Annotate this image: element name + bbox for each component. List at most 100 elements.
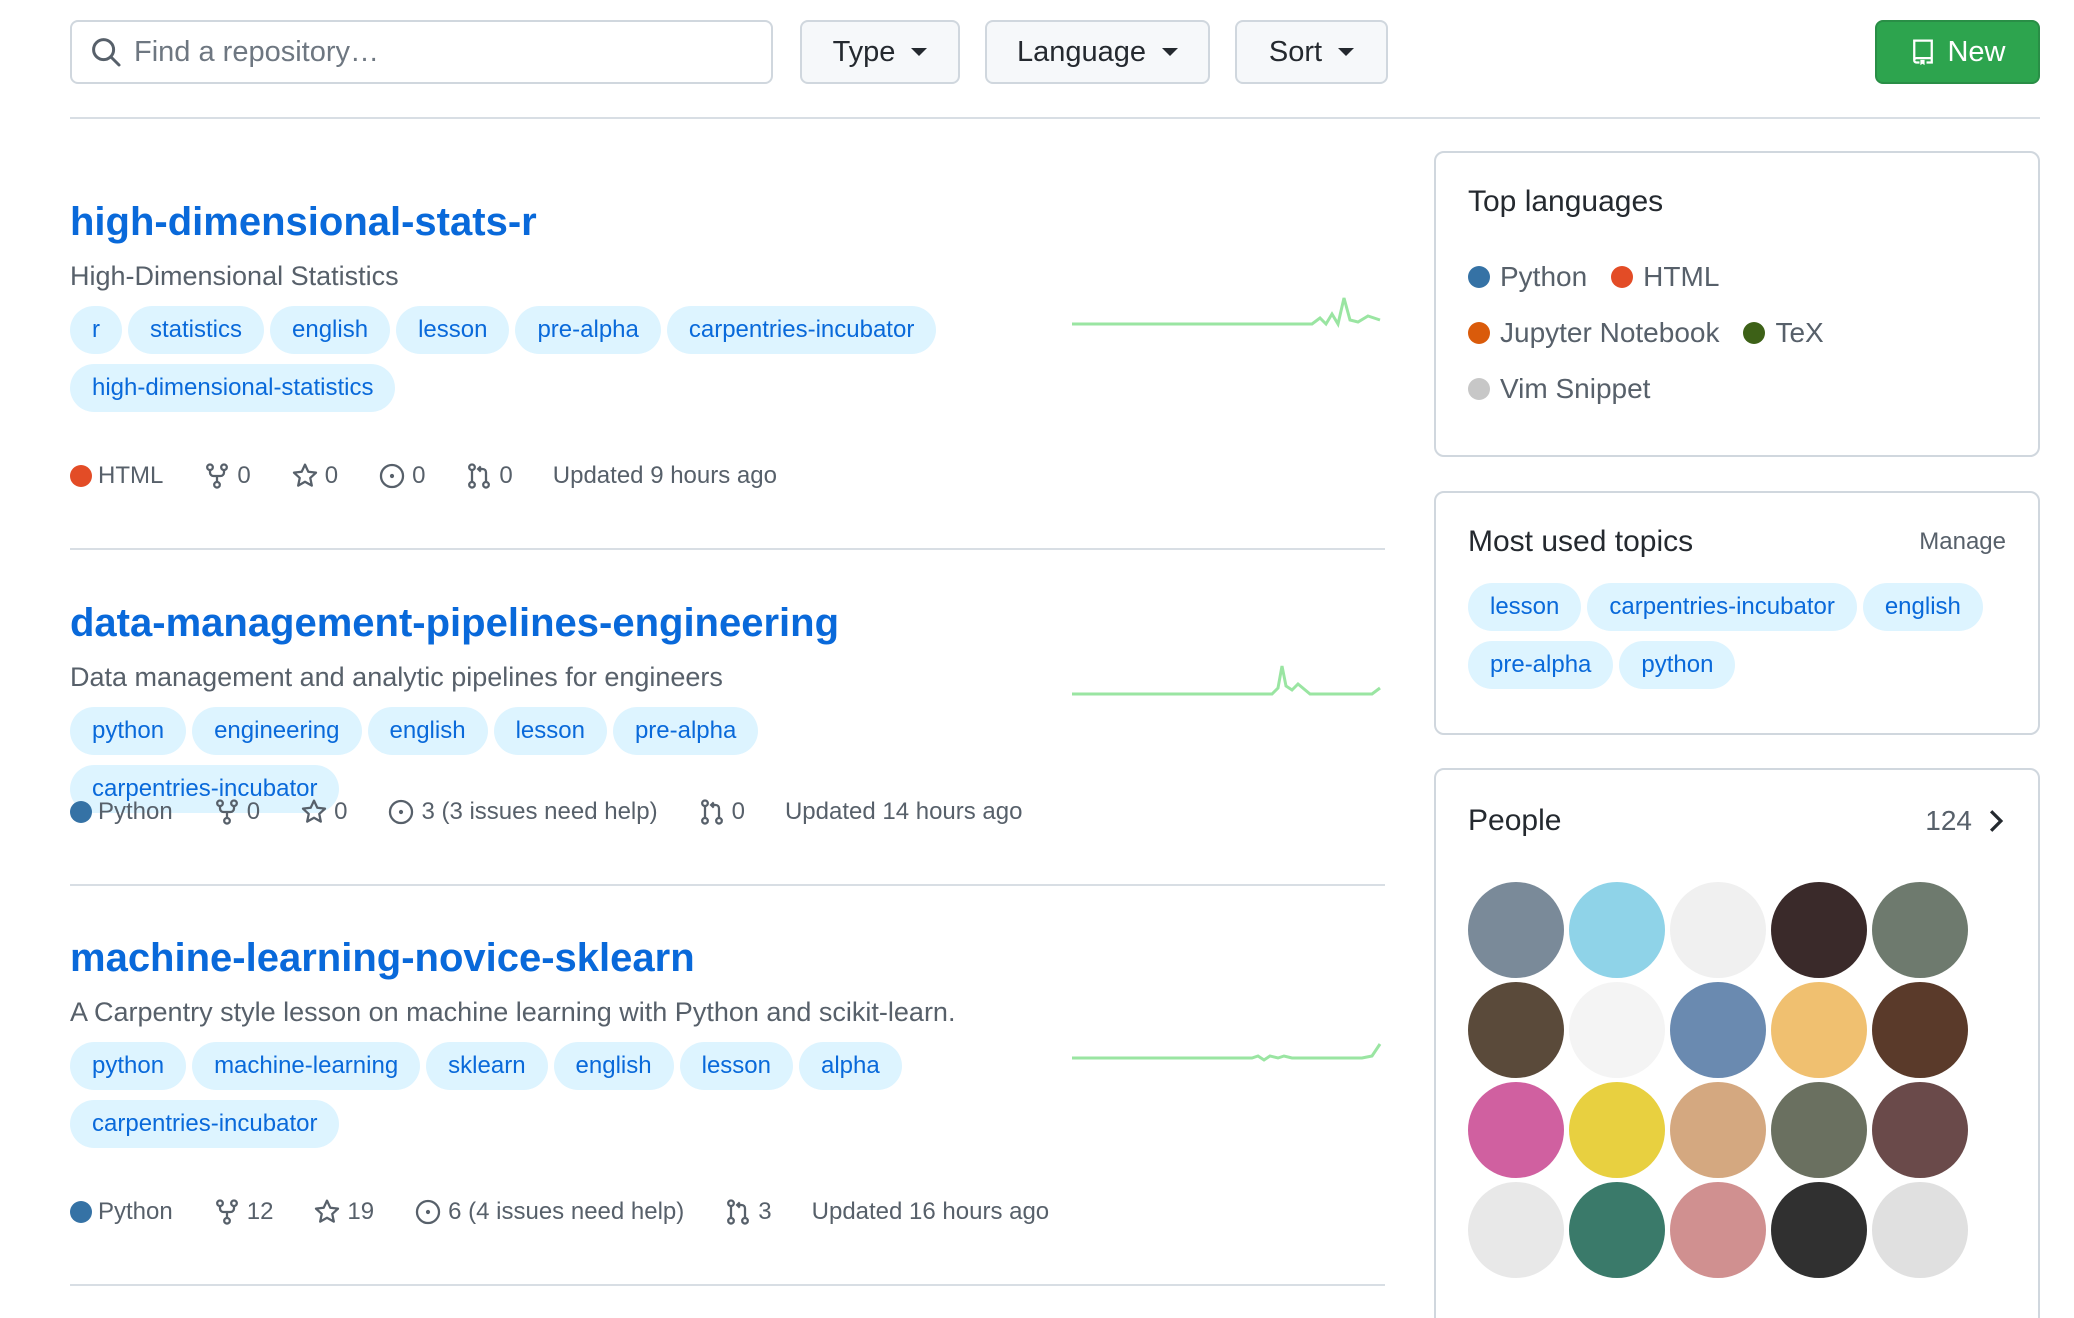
topic-tag[interactable]: carpentries-incubator	[666, 306, 937, 354]
language-item[interactable]: Python	[1468, 261, 1587, 293]
topic-tag[interactable]: pre-alpha	[612, 707, 759, 755]
language-item[interactable]: Jupyter Notebook	[1468, 317, 1719, 349]
topic-tag[interactable]: engineering	[192, 707, 362, 755]
language-name: HTML	[98, 462, 164, 489]
issue-icon	[389, 799, 414, 825]
stars-link[interactable]: 0	[291, 462, 338, 490]
topic-tag[interactable]: lesson	[1468, 583, 1582, 631]
chevron-down-icon	[911, 48, 928, 56]
topic-tag[interactable]: carpentries-incubator	[70, 1100, 340, 1148]
avatar[interactable]	[1670, 982, 1766, 1078]
topic-tag[interactable]: english	[553, 1042, 674, 1090]
topics-box-title: Most used topics	[1468, 525, 1694, 558]
updated-time: Updated 9 hours ago	[552, 462, 777, 489]
language-item[interactable]: Vim Snippet	[1468, 373, 1650, 405]
avatar[interactable]	[1468, 1182, 1564, 1278]
repo-divider	[70, 548, 1385, 550]
topic-tag[interactable]: english	[367, 707, 488, 755]
topic-tag[interactable]: lesson	[493, 707, 607, 755]
avatar[interactable]	[1468, 982, 1564, 1078]
issues-link[interactable]: 3 (3 issues need help)	[387, 798, 658, 826]
repo-link[interactable]: machine-learning-novice-sklearn	[70, 936, 1385, 981]
avatar[interactable]	[1771, 982, 1867, 1078]
avatar[interactable]	[1670, 882, 1766, 978]
issues-link[interactable]: 6 (4 issues need help)	[414, 1198, 684, 1226]
language-item[interactable]: HTML	[1611, 261, 1719, 293]
avatar[interactable]	[1468, 882, 1564, 978]
pulls-link[interactable]: 3	[724, 1198, 772, 1226]
stars-link[interactable]: 0	[300, 798, 347, 826]
topic-tag[interactable]: lesson	[396, 306, 510, 354]
avatar[interactable]	[1771, 1182, 1867, 1278]
language-label: Vim Snippet	[1500, 373, 1651, 404]
chevron-right-icon	[1989, 810, 2004, 832]
topic-tag[interactable]: english	[270, 306, 391, 354]
people-title: People	[1468, 804, 1562, 837]
topic-tag[interactable]: machine-learning	[192, 1042, 421, 1090]
pulls-count: 0	[731, 798, 745, 825]
repo-link[interactable]: high-dimensional-stats-r	[70, 200, 1385, 245]
topic-tag[interactable]: python	[70, 1042, 187, 1090]
avatar[interactable]	[1872, 1182, 1968, 1278]
issue-icon	[379, 463, 405, 489]
language-item[interactable]: TeX	[1743, 317, 1824, 349]
topic-tag[interactable]: alpha	[798, 1042, 902, 1090]
pull-request-icon	[700, 799, 723, 825]
topic-tag[interactable]: lesson	[679, 1042, 793, 1090]
topic-tag[interactable]: statistics	[128, 306, 265, 354]
topic-tag[interactable]: python	[70, 707, 187, 755]
pulls-link[interactable]: 0	[698, 798, 745, 826]
sidebar-topics: lesson carpentries-incubator english pre…	[1468, 583, 2008, 689]
repo-topics: r statistics english lesson pre-alpha ca…	[70, 306, 990, 412]
manage-topics-link[interactable]: Manage	[1919, 528, 2006, 556]
repo-icon	[1913, 39, 1934, 66]
topic-tag[interactable]: sklearn	[426, 1042, 548, 1090]
fork-icon	[215, 1199, 238, 1225]
avatar[interactable]	[1468, 1082, 1564, 1178]
avatar[interactable]	[1771, 1082, 1867, 1178]
people-box: People 124	[1434, 768, 2040, 1318]
avatar[interactable]	[1872, 982, 1968, 1078]
avatar[interactable]	[1872, 1082, 1968, 1178]
topic-tag[interactable]: pre-alpha	[1468, 641, 1614, 689]
topic-tag[interactable]: r	[70, 306, 122, 354]
topic-tag[interactable]: carpentries-incubator	[1587, 583, 1857, 631]
avatar[interactable]	[1569, 882, 1665, 978]
avatar[interactable]	[1771, 882, 1867, 978]
repo-description: High-Dimensional Statistics	[70, 261, 399, 291]
search-input[interactable]	[134, 35, 734, 69]
pulls-link[interactable]: 0	[465, 462, 513, 490]
topic-tag[interactable]: high-dimensional-statistics	[70, 364, 396, 412]
repo-item: data-management-pipelines-engineering Da…	[70, 601, 1385, 813]
activity-sparkline	[1072, 1043, 1382, 1062]
activity-sparkline	[1072, 665, 1381, 696]
language-info: HTML	[70, 462, 163, 490]
language-color-dot	[70, 1201, 92, 1223]
issues-link[interactable]: 0	[378, 462, 425, 490]
avatar[interactable]	[1569, 1082, 1665, 1178]
repo-search[interactable]	[70, 20, 773, 84]
stars-link[interactable]: 19	[313, 1198, 374, 1226]
topic-tag[interactable]: python	[1619, 641, 1736, 689]
forks-link[interactable]: 0	[213, 798, 260, 826]
avatar[interactable]	[1569, 982, 1665, 1078]
topic-tag[interactable]: pre-alpha	[515, 306, 661, 354]
repo-meta: HTML 0 0 0 0 Updated 9 hours ago	[70, 462, 817, 490]
repo-link[interactable]: data-management-pipelines-engineering	[70, 601, 1385, 646]
new-button-label: New	[1947, 35, 2006, 68]
avatar[interactable]	[1569, 1182, 1665, 1278]
avatar[interactable]	[1670, 1082, 1766, 1178]
people-count-link[interactable]: 124	[1925, 805, 2006, 837]
type-dropdown[interactable]: Type	[800, 20, 960, 84]
people-avatars	[1468, 882, 1968, 1278]
language-dropdown[interactable]: Language	[985, 20, 1210, 84]
sort-dropdown[interactable]: Sort	[1235, 20, 1388, 84]
avatar[interactable]	[1872, 882, 1968, 978]
topic-tag[interactable]: english	[1862, 583, 1983, 631]
language-label: HTML	[1643, 261, 1720, 292]
forks-link[interactable]: 0	[203, 462, 251, 490]
avatar[interactable]	[1670, 1182, 1766, 1278]
new-repo-button[interactable]: New	[1875, 20, 2040, 84]
language-color-dot	[1468, 322, 1490, 344]
forks-link[interactable]: 12	[213, 1198, 273, 1226]
